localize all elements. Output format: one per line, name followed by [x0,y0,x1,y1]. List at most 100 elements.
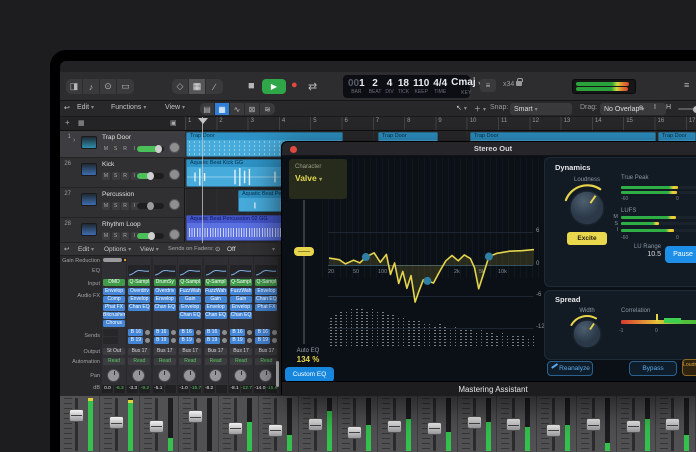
audio-fx-slot-button[interactable]: FuzzWah [230,288,252,295]
eq-thumbnail[interactable] [128,265,151,277]
audio-fx-slot-button[interactable]: Chan EQ [153,304,176,311]
lcd-display[interactable]: 001 BAR 2 BEAT 4 DIV 18 TICK 110 KEEP 4/4 TIM… [343,75,481,98]
play-button[interactable]: ▶ [262,79,286,94]
input-slot-button[interactable]: Q-Sampl [255,279,278,286]
mixer-menu-edit[interactable]: Edit ▾ [78,246,94,253]
audio-fx-slot-button[interactable]: FuzzWah [204,288,227,295]
editors-icon[interactable]: ∕ [206,79,223,94]
fader-handle[interactable] [148,419,164,433]
send-knob[interactable] [247,330,252,335]
automation-mode-button[interactable]: Read [103,358,125,365]
fader-handle[interactable] [387,419,402,433]
track-pan-knob[interactable] [169,199,180,210]
piano-roll-icon[interactable]: ▦ [215,103,230,115]
eq-band-handle[interactable] [484,252,493,261]
track-header[interactable]: 1 › Trap Door M S R I [60,131,185,158]
output-slot-button[interactable]: St Out [103,348,125,355]
audio-fx-slot-button[interactable]: Envelop [128,296,151,303]
quick-help-icon[interactable]: ◇ [172,79,189,94]
fader-handle[interactable] [665,418,681,431]
menu-view[interactable]: View ▾ [165,104,185,111]
fader-handle[interactable] [188,410,204,424]
track-volume-slider[interactable] [137,172,164,180]
automation-mode-button[interactable]: Read [153,358,176,365]
track-header[interactable]: 27 Percussion M S R I [60,188,185,218]
audio-fx-slot-button[interactable]: Phat FX [103,304,125,311]
record-enable-button[interactable]: R [121,145,129,153]
grid-view-icon[interactable]: ▤ [200,103,215,115]
width-knob[interactable] [568,314,606,352]
track-name[interactable]: Kick [102,161,114,168]
fader-handle[interactable] [466,416,482,430]
menu-edit[interactable]: Edit ▾ [77,104,94,111]
send-bus-button[interactable]: B 16 [230,329,245,336]
audio-fx-slot-button[interactable]: Chan EQ [230,312,252,319]
eq-band-handle[interactable] [361,253,370,262]
library-icon[interactable]: ◨ [66,79,83,94]
audio-fx-slot-button[interactable]: Chan EQ [179,312,202,319]
audio-fx-slot-button[interactable]: Chan EQ [255,296,278,303]
bypass-button[interactable]: Bypass [629,361,677,376]
custom-eq-button[interactable]: Custom EQ [285,367,334,382]
track-zoom-icon[interactable]: ▣ [170,119,177,127]
send-bus-button[interactable]: B 19 [230,337,245,344]
audio-fx-slot-button[interactable]: Envelop [230,304,252,311]
eq-thumbnail[interactable] [179,265,202,277]
display-mode-icon[interactable]: ▭ [117,79,134,94]
playhead-marker[interactable] [198,118,208,124]
audio-fx-slot-button[interactable]: Overdriv [128,288,151,295]
close-icon[interactable] [290,145,297,153]
pan-knob[interactable] [107,369,120,382]
solo-button[interactable]: S [111,172,120,180]
audio-fx-slot-button[interactable]: FuzzWah [179,288,202,295]
audio-fx-slot-button[interactable]: Chorus [103,320,125,327]
fader-handle[interactable] [585,418,601,431]
add-track-button[interactable]: + [65,118,70,127]
pan-knob[interactable] [183,369,197,382]
mute-button[interactable]: M [102,202,110,210]
track-name[interactable]: Rhythm Loop [102,221,141,228]
automation-mode-button[interactable]: Read [179,358,202,365]
drag-select[interactable]: No Overlap ▾ [600,103,666,115]
fader-handle[interactable] [69,408,84,422]
automation-mode-button[interactable]: Read [255,358,278,365]
text-tool-icon[interactable]: Ι [654,104,656,111]
control-bar-menu-icon[interactable]: ≡ [684,80,689,90]
bar-ruler[interactable]: 1 2 3 4 5 6 7 8 9 10 11 12 13 14 15 16 17 [185,117,696,131]
fader-handle[interactable] [228,421,243,435]
catch-playhead-icon[interactable]: ↩ [64,104,70,112]
snap-select[interactable]: Smart ▾ [510,103,572,115]
audio-fx-slot-button[interactable]: Gain [230,296,252,303]
track-volume-slider[interactable] [137,202,164,210]
fader-handle[interactable] [108,416,124,430]
pan-knob[interactable] [208,369,222,382]
fader-handle[interactable] [426,421,442,435]
cycle-button[interactable]: ⇄ [308,80,317,93]
disclosure-icon[interactable]: › [73,137,75,144]
solo-button[interactable]: S [111,232,120,240]
auto-eq-slider-handle[interactable] [294,247,314,256]
fader-handle[interactable] [625,419,641,433]
record-enable-button[interactable]: R [121,232,129,240]
track-volume-slider[interactable] [137,232,164,240]
input-slot-button[interactable]: Q-Sampl [230,279,252,286]
send-knob[interactable] [221,338,227,343]
fader-handle[interactable] [506,418,522,431]
mixer-back-icon[interactable]: ↩ [64,245,69,253]
audio-fx-slot-button[interactable]: Envelop [255,288,278,295]
send-bus-button[interactable]: B 19 [255,337,271,344]
send-bus-button[interactable]: B 16 [128,329,144,336]
mixer-scrollbar[interactable] [276,361,279,387]
loudness-knob[interactable] [564,184,610,230]
mixer-icon[interactable]: ▦ [189,79,206,94]
power-icon[interactable]: ⊙ [215,245,220,253]
mute-button[interactable]: M [102,145,110,153]
audio-fx-slot-button[interactable]: Envelop [179,304,202,311]
fader-handle[interactable] [347,425,363,439]
eq-thumbnail[interactable] [255,265,278,277]
automation-mode-button[interactable]: Read [128,358,151,365]
input-slot-button[interactable]: Q-Sampl [204,279,227,286]
pause-button[interactable]: Pause [665,246,696,263]
audio-fx-slot-button[interactable]: Overdriv [153,288,176,295]
automation-mode-button[interactable]: Read [204,358,227,365]
